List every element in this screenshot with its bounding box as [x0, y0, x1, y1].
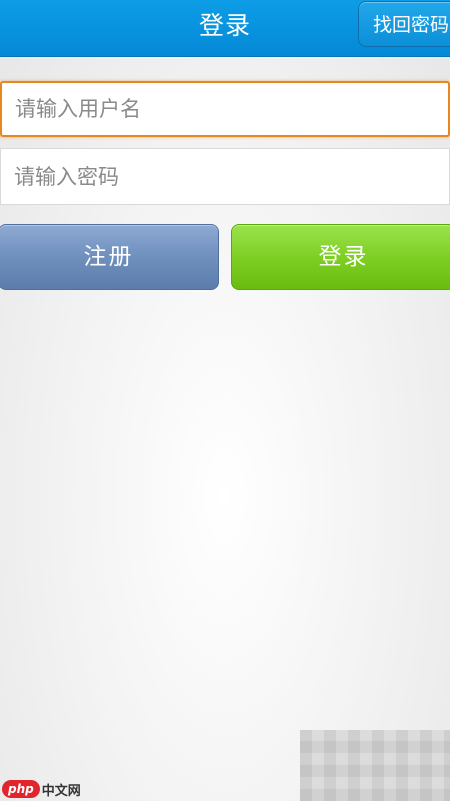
login-button[interactable]: 登录	[231, 224, 450, 290]
site-watermark: php 中文网	[2, 778, 81, 800]
username-input[interactable]	[0, 81, 450, 137]
top-bar: 登录 找回密码	[0, 0, 450, 57]
register-button[interactable]: 注册	[0, 224, 219, 290]
password-input[interactable]	[0, 148, 450, 205]
php-logo: php	[2, 780, 40, 798]
pixelated-watermark-area	[300, 730, 450, 801]
recover-password-button[interactable]: 找回密码	[358, 1, 450, 47]
watermark-text: 中文网	[41, 783, 81, 799]
